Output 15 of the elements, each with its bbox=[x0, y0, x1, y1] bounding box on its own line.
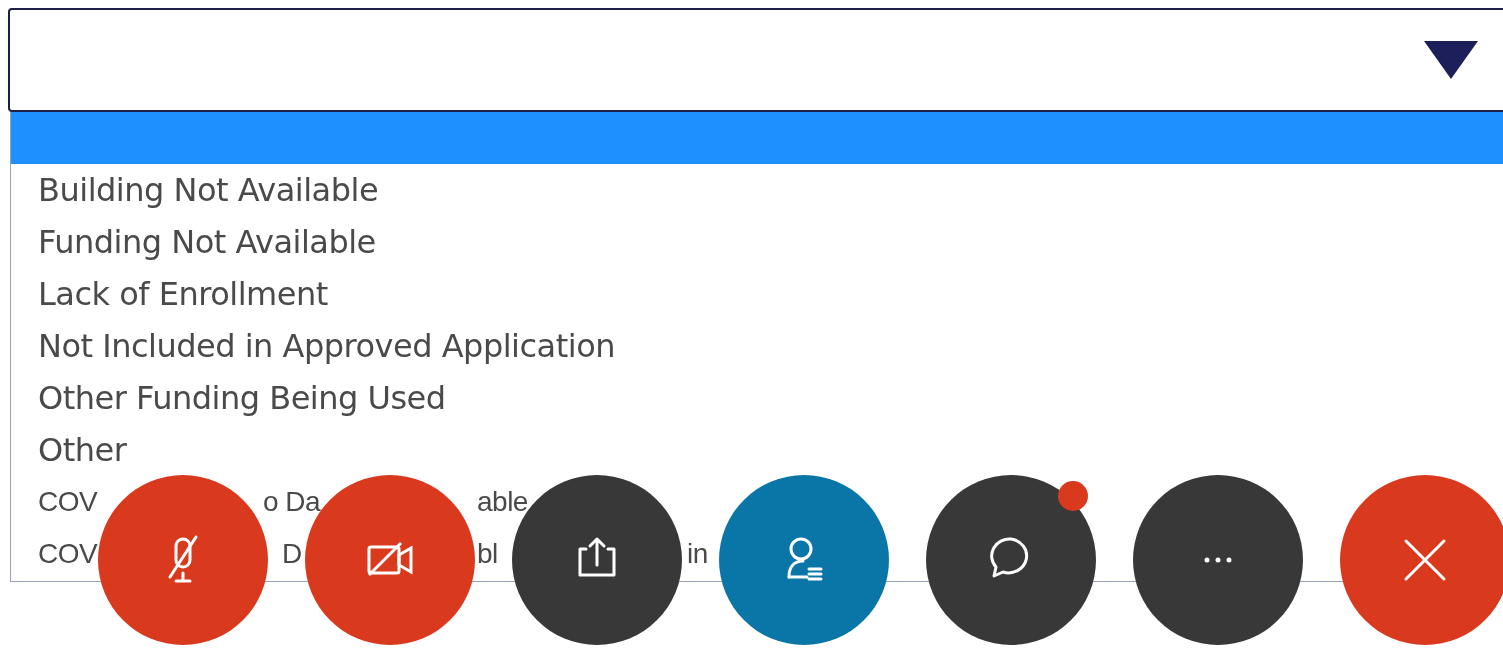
dropdown-option[interactable]: Other Funding Being Used bbox=[11, 372, 1503, 424]
option-text-fragment: able bbox=[477, 485, 528, 519]
dropdown-option[interactable]: Funding Not Available bbox=[11, 216, 1503, 268]
option-text-fragment: COV bbox=[38, 485, 98, 519]
dropdown-option[interactable]: Lack of Enrollment bbox=[11, 268, 1503, 320]
dropdown-option[interactable]: Other bbox=[11, 424, 1503, 476]
dropdown-option[interactable]: Not Included in Approved Application bbox=[11, 320, 1503, 372]
option-text-fragment: bl bbox=[477, 537, 498, 571]
option-text-fragment: o Da bbox=[263, 485, 321, 519]
option-text-fragment: D bbox=[282, 537, 302, 571]
dropdown-option[interactable]: Building Not Available bbox=[11, 164, 1503, 216]
option-text-fragment: in bbox=[687, 537, 708, 571]
dropdown-field[interactable] bbox=[8, 8, 1503, 112]
option-text-fragment: COV bbox=[38, 537, 98, 571]
more-icon bbox=[1204, 557, 1232, 563]
